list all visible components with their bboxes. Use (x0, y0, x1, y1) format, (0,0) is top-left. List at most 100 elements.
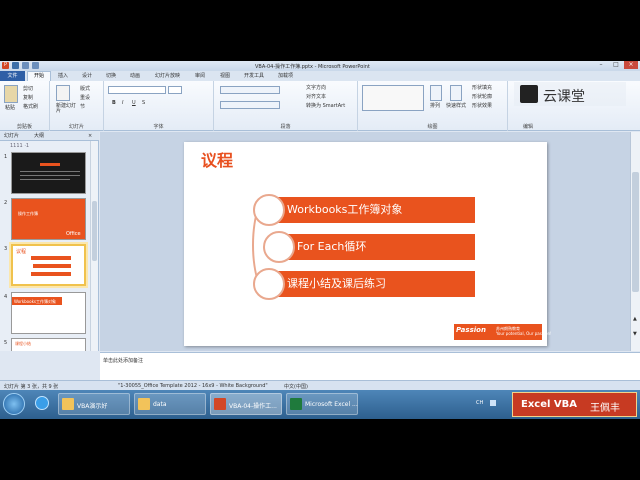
close-icon[interactable]: × (624, 61, 638, 69)
powerpoint-window: P VBA-04-操作工作簿.pptx - Microsoft PowerPoi… (0, 61, 640, 419)
drawing-group: 排列 快速样式 形状填充 形状轮廓 形状效果 绘图 (358, 81, 508, 131)
thumb-title-bar (40, 163, 60, 166)
pane-scroll-thumb[interactable] (92, 201, 97, 261)
tab-file[interactable]: 文件 (0, 71, 25, 81)
smartart-button[interactable]: 转换为 SmartArt (306, 104, 345, 109)
align-text-button[interactable]: 对齐文本 (306, 95, 326, 100)
language-status: 中文(中国) (284, 384, 308, 390)
agenda-item-2[interactable]: For Each循环 (280, 234, 475, 260)
shape-fill-button[interactable]: 形状填充 (472, 86, 492, 91)
taskbar-item-folder[interactable]: VBA演示好 (58, 393, 130, 415)
slide-counter: 幻灯片 第 3 张，共 9 张 (4, 384, 59, 390)
slide-thumbnail-2[interactable]: 操作工作簿 Office (11, 198, 86, 240)
undo-icon[interactable] (22, 62, 29, 69)
input-method-icon[interactable]: CH (476, 401, 483, 406)
new-slide-icon[interactable] (56, 85, 70, 101)
tab-slideshow[interactable]: 幻灯片放映 (155, 72, 180, 79)
list-buttons-icon[interactable] (220, 86, 280, 94)
shape-outline-button[interactable]: 形状轮廓 (472, 95, 492, 100)
pane-ruler: 1111 ·1 (10, 143, 30, 149)
slide-thumbnail-5[interactable]: 课程小结 (11, 338, 86, 351)
agenda-item-3[interactable]: 课程小结及课后练习 (269, 271, 475, 297)
window-title: VBA-04-操作工作簿.pptx - Microsoft PowerPoint (255, 64, 370, 70)
folder-icon (62, 398, 74, 410)
tab-outline[interactable]: 大纲 (34, 134, 44, 139)
prev-slide-icon[interactable]: ▲ (633, 317, 637, 322)
editor-scrollbar[interactable]: ▲ ▼ (630, 132, 640, 351)
text-direction-button[interactable]: 文字方向 (306, 86, 326, 91)
bold-icon[interactable]: B (112, 101, 116, 106)
thumb-office-logo: Office (66, 231, 81, 237)
taskbar-item-excel[interactable]: Microsoft Excel ... (286, 393, 358, 415)
shapes-gallery[interactable] (362, 85, 424, 111)
paste-icon[interactable] (4, 85, 18, 103)
slide-thumbnail-1[interactable] (11, 152, 86, 194)
notes-pane[interactable]: 单击此处添加备注 (100, 352, 640, 380)
layout-button[interactable]: 版式 (80, 87, 90, 92)
tab-home[interactable]: 开始 (27, 71, 51, 81)
drawing-group-label: 绘图 (427, 124, 438, 130)
reset-button[interactable]: 重设 (80, 96, 90, 101)
format-painter-button[interactable]: 格式刷 (23, 105, 38, 110)
network-icon[interactable] (490, 400, 496, 406)
taskbar-label: Microsoft Excel ... (305, 401, 358, 408)
powerpoint-logo-icon[interactable]: P (2, 62, 9, 69)
notes-placeholder[interactable]: 单击此处添加备注 (103, 357, 143, 364)
paste-button[interactable]: 粘贴 (5, 106, 15, 111)
taskbar-item-powerpoint[interactable]: VBA-04-操作工... (210, 393, 282, 415)
arrange-icon[interactable] (430, 85, 442, 101)
section-button[interactable]: 节 (80, 105, 85, 110)
save-icon[interactable] (12, 62, 19, 69)
tab-addins[interactable]: 加载项 (278, 72, 293, 79)
font-size-select[interactable] (168, 86, 182, 94)
underline-icon[interactable]: U (132, 101, 136, 106)
editor-scroll-thumb[interactable] (632, 172, 639, 292)
start-button-icon[interactable] (3, 393, 25, 415)
quick-styles-icon[interactable] (450, 85, 462, 101)
new-slide-button[interactable]: 新建幻灯片 (56, 104, 78, 114)
font-name-select[interactable] (108, 86, 166, 94)
slide-title[interactable]: 议程 (201, 147, 233, 171)
thumb-number: 4 (4, 294, 8, 300)
tab-transitions[interactable]: 切换 (106, 72, 116, 79)
next-slide-icon[interactable]: ▼ (633, 332, 637, 337)
slide-editor: 议程 Workbooks工作簿对象 For Each循环 课程小结及课后练习 P… (100, 132, 630, 351)
taskbar-item-data[interactable]: data (134, 393, 206, 415)
shape-effects-button[interactable]: 形状效果 (472, 104, 492, 109)
thumb-line (20, 175, 80, 176)
redo-icon[interactable] (32, 62, 39, 69)
tab-review[interactable]: 审阅 (195, 72, 205, 79)
italic-icon[interactable]: I (122, 101, 123, 106)
tab-slides[interactable]: 幻灯片 (4, 134, 19, 139)
thumb-title: 操作工作簿 (18, 211, 38, 216)
powerpoint-icon (214, 398, 226, 410)
internet-explorer-icon[interactable] (35, 396, 49, 410)
slide-canvas[interactable]: 议程 Workbooks工作簿对象 For Each循环 课程小结及课后练习 P… (184, 142, 552, 346)
slide-thumbnail-4[interactable]: Workbooks工作簿对象 (11, 292, 86, 334)
close-pane-icon[interactable]: × (88, 134, 92, 139)
strikethrough-icon[interactable]: S (142, 101, 145, 106)
tab-insert[interactable]: 插入 (58, 72, 68, 79)
copy-button[interactable]: 复制 (23, 96, 33, 101)
maximize-icon[interactable]: □ (609, 61, 623, 69)
align-buttons-icon[interactable] (220, 101, 280, 109)
tab-view[interactable]: 视图 (220, 72, 230, 79)
agenda-item-1[interactable]: Workbooks工作簿对象 (269, 197, 475, 223)
thumb-title: 议程 (16, 249, 27, 255)
tab-design[interactable]: 设计 (82, 72, 92, 79)
font-group: B I U S 字体 (104, 81, 214, 131)
tab-developer[interactable]: 开发工具 (244, 72, 264, 79)
paragraph-group-label: 段落 (280, 124, 291, 130)
thumb-bar (33, 264, 71, 268)
taskbar-label: VBA-04-操作工... (229, 403, 277, 410)
quick-styles-button[interactable]: 快速样式 (446, 104, 466, 109)
pane-scrollbar[interactable] (90, 141, 98, 351)
minimize-icon[interactable]: – (594, 61, 608, 69)
arrange-button[interactable]: 排列 (430, 104, 440, 109)
thumb-line (20, 179, 70, 180)
window-controls: – □ × (594, 61, 638, 69)
cut-button[interactable]: 剪切 (23, 87, 33, 92)
slide-thumbnail-3[interactable]: 议程 (11, 244, 86, 286)
tab-animations[interactable]: 动画 (130, 72, 140, 79)
watermark-logo-icon (520, 85, 538, 103)
